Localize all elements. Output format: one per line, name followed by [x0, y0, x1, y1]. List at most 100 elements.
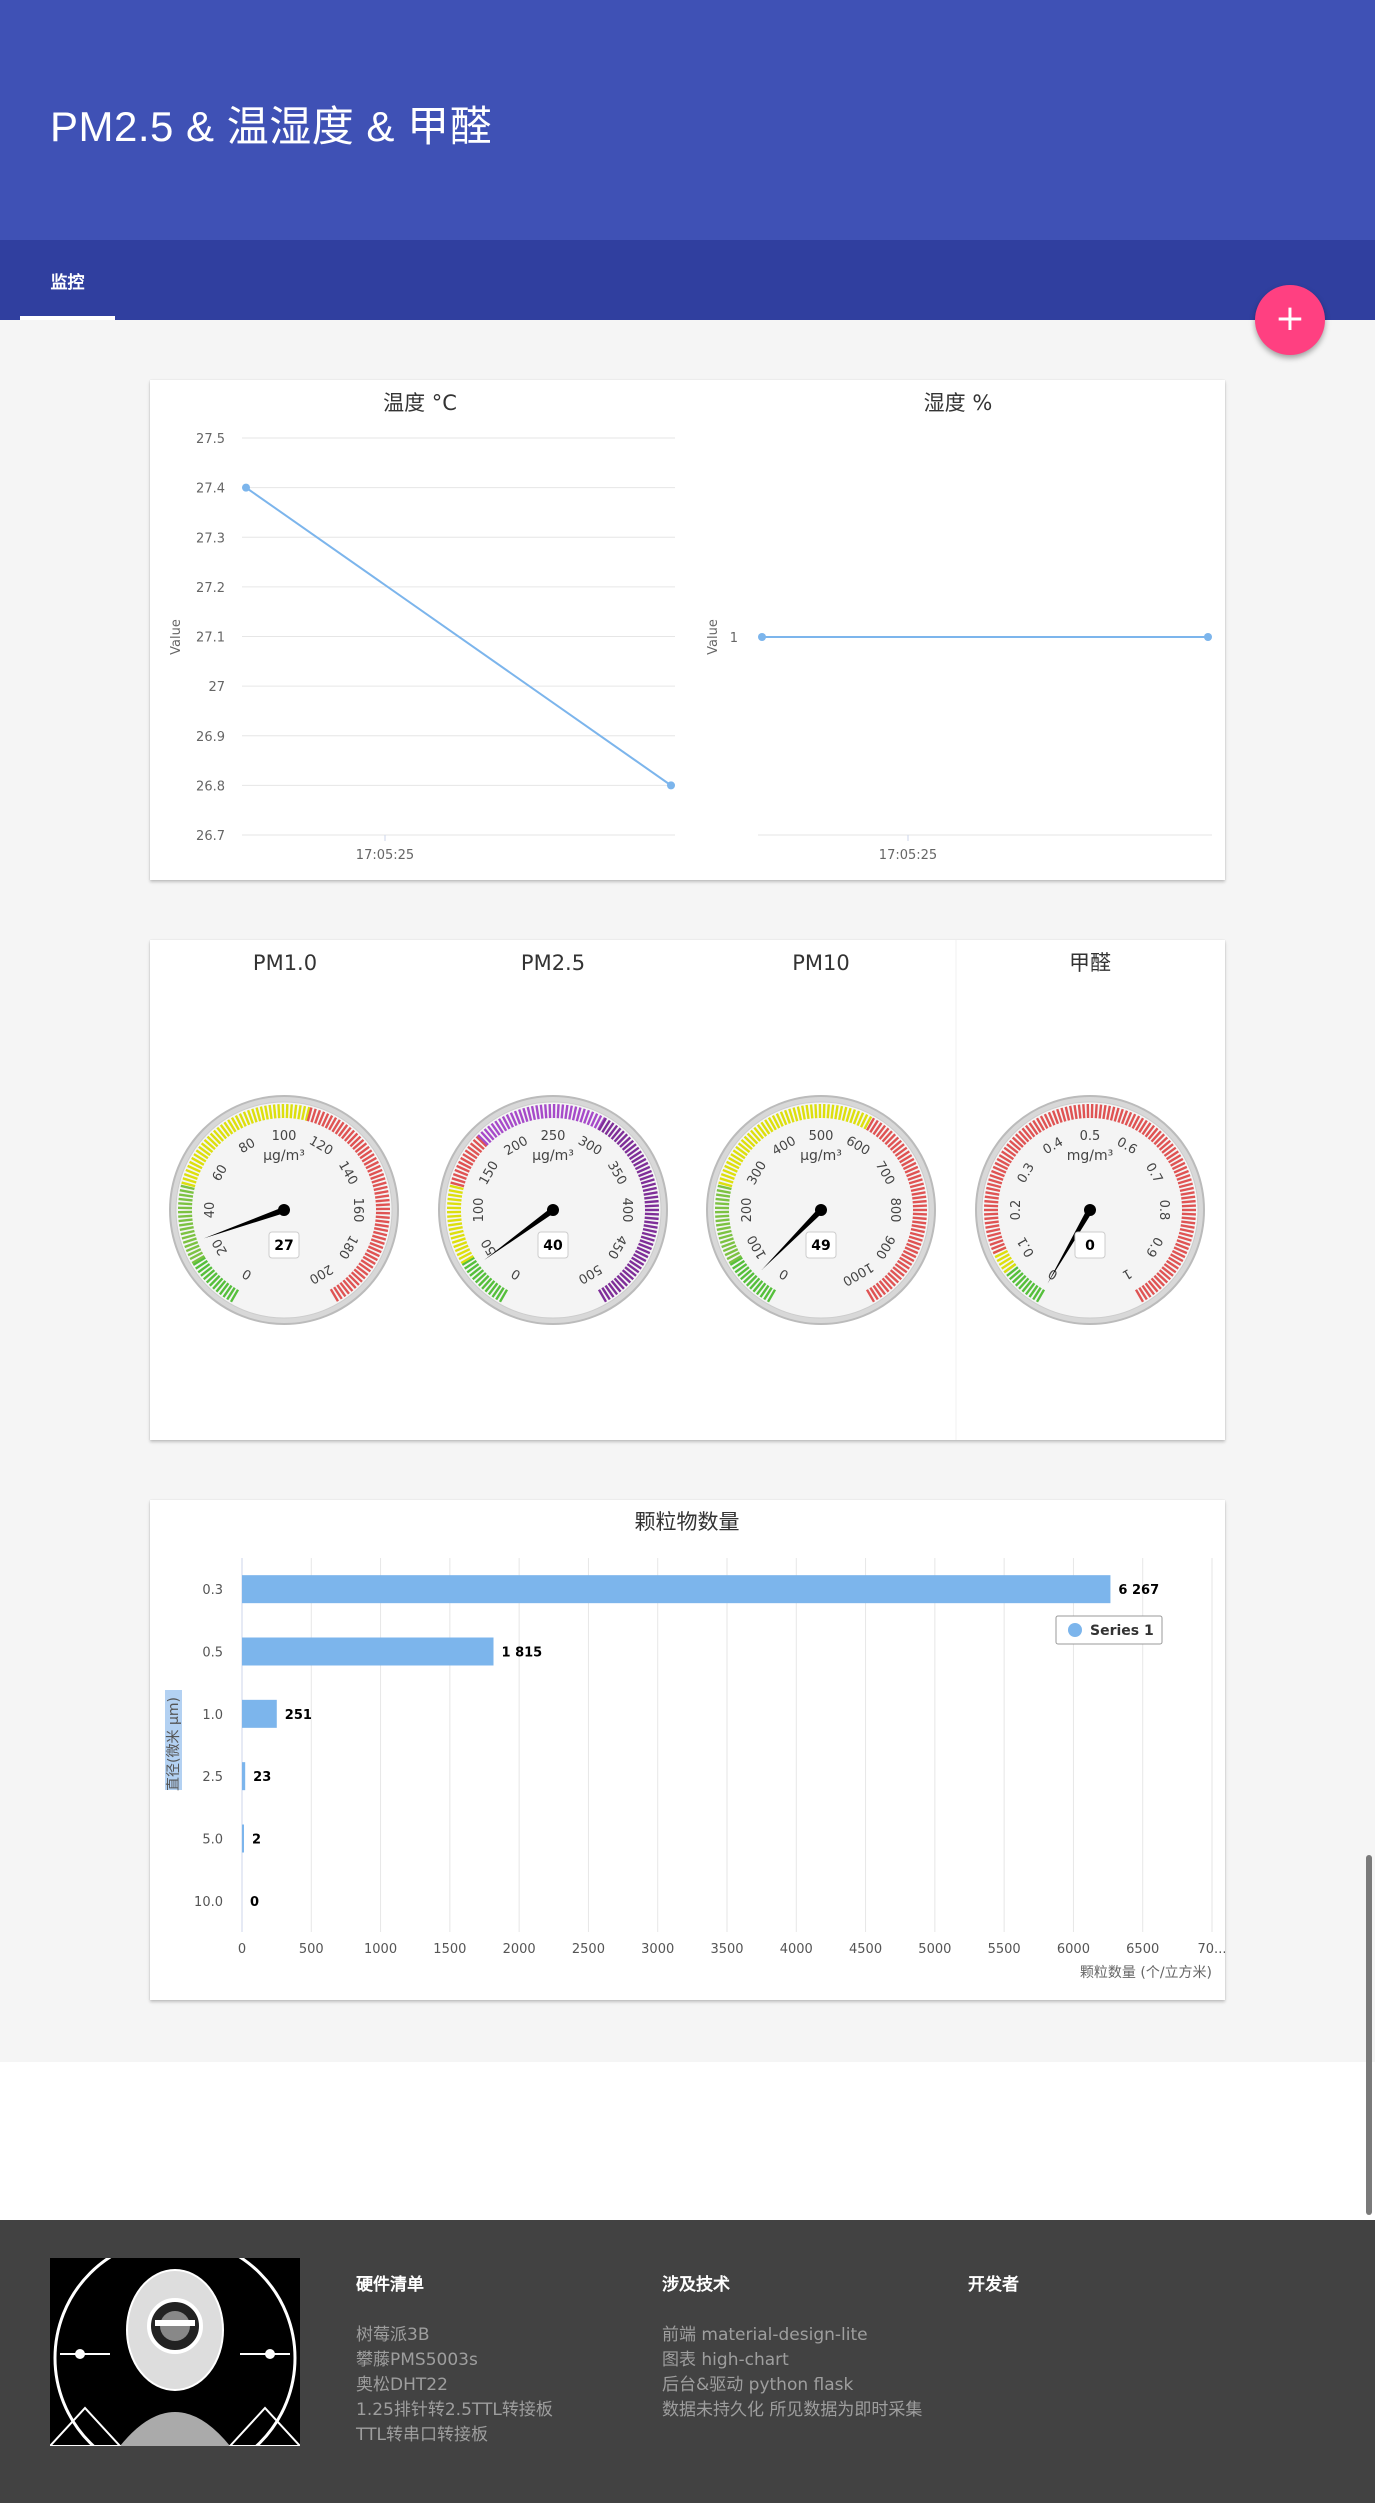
gauge-band-tick: [1181, 1216, 1196, 1221]
particle-xtick: 6500: [1126, 1942, 1159, 1957]
gauge-band-tick: [447, 1197, 462, 1202]
gauge-unit: μg/m³: [532, 1148, 574, 1164]
particle-data-label: 0: [250, 1895, 259, 1910]
humidity-title: 湿度 %: [924, 391, 993, 415]
particle-xtick: 0: [238, 1942, 246, 1957]
particle-xtick: 3500: [710, 1942, 743, 1957]
gauge-band-tick: [560, 1104, 565, 1119]
footer-hardware-item: 1.25排针转2.5TTL转接板: [356, 2400, 553, 2420]
gauge-band-tick: [375, 1215, 390, 1219]
gauge-band-tick: [814, 1104, 818, 1119]
gauge-title-pm25: PM2.5: [521, 951, 585, 975]
temperature-point: [667, 781, 675, 790]
temperature-ytick: 27.1: [196, 631, 225, 646]
gauge-band-tick: [289, 1104, 293, 1119]
particle-category: 10.0: [194, 1895, 223, 1910]
page-scrollbar[interactable]: [1366, 1855, 1372, 2215]
gauge-band-tick: [375, 1198, 390, 1203]
gauge-band-tick: [715, 1197, 730, 1202]
gauge-band-tick: [447, 1218, 462, 1223]
particle-legend[interactable]: Series 1: [1055, 1615, 1163, 1645]
particle-xtick: 3000: [641, 1942, 674, 1957]
gauge-band-tick: [644, 1199, 659, 1204]
gauge-tick-label: 800: [887, 1198, 902, 1223]
particle-data-label: 1 815: [502, 1646, 543, 1661]
footer-logo: [50, 2258, 300, 2446]
gauge-value: 49: [811, 1238, 830, 1254]
gauge-title-formaldehyde: 甲醛: [1069, 951, 1111, 975]
gauge-band-tick: [178, 1218, 193, 1223]
temperature-ytick: 27: [208, 680, 225, 695]
gauge-band-tick: [912, 1216, 927, 1221]
footer-tech-item: 前端 material-design-lite: [662, 2325, 868, 2345]
add-fab-button[interactable]: +: [1255, 285, 1325, 355]
particle-xtick: 5000: [918, 1942, 951, 1957]
gauge-band-tick: [809, 1104, 814, 1119]
gauge-value: 0: [1085, 1238, 1095, 1254]
gauge-tick-label: 400: [619, 1198, 634, 1223]
gauge-band-tick: [715, 1202, 730, 1206]
gauge-tick-label: 160: [350, 1198, 365, 1223]
temperature-ytick: 27.2: [196, 581, 225, 596]
gauge-tick-label: 0.2: [1009, 1200, 1024, 1221]
particle-grid: [241, 1558, 1213, 1932]
footer-tech-item: 图表 high-chart: [662, 2350, 789, 2370]
temperature-point: [242, 483, 250, 492]
gauge-band-tick: [984, 1204, 999, 1208]
temperature-yticks: 27.5 27.4 27.3 27.2 27.1 27 26.9 26.8 26.7: [196, 432, 225, 844]
footer-hardware-item: TTL转串口转接板: [356, 2425, 488, 2445]
gauge-title-pm1: PM1.0: [253, 951, 317, 975]
particle-category: 0.3: [202, 1583, 223, 1598]
gauge-1: 050100150200 250 300350400450500μg/m³40: [438, 1095, 668, 1325]
particle-xtick: 1500: [433, 1942, 466, 1957]
particle-bar[interactable]: [242, 1575, 1111, 1604]
particle-title: 颗粒物数量: [635, 1510, 740, 1534]
gauge-tick-label: 100: [472, 1198, 487, 1223]
temperature-ytick: 26.8: [196, 779, 225, 794]
gauge-band-tick: [715, 1218, 730, 1223]
particle-xtick: 6000: [1057, 1942, 1090, 1957]
gauge-needle-pivot: [278, 1204, 290, 1216]
gauge-band-tick: [912, 1199, 927, 1204]
footer-hardware-item: 奥松DHT22: [356, 2375, 448, 2395]
particle-category: 1.0: [202, 1708, 223, 1723]
particle-data-label: 6 267: [1118, 1583, 1159, 1598]
particle-xtick: 2000: [503, 1942, 536, 1957]
particle-xtick: 4500: [849, 1942, 882, 1957]
particle-bar[interactable]: [242, 1699, 277, 1728]
particle-bar[interactable]: [242, 1762, 246, 1791]
climate-svg: 温度 °C Value 27.5 27.4 27.3 27.2 27.1 27 26.9 26…: [169, 391, 1212, 863]
particle-bar[interactable]: [242, 1824, 244, 1853]
particle-data-label: 23: [253, 1770, 271, 1785]
footer-hardware-item: 树莓派3B: [356, 2325, 430, 2345]
gauge-band-tick: [644, 1212, 659, 1216]
gauge-value: 27: [274, 1238, 293, 1254]
gauge-band-tick: [1098, 1104, 1103, 1119]
gauge-needle-pivot: [815, 1204, 827, 1216]
gauge-band-tick: [644, 1216, 659, 1221]
gauge-band-tick: [1181, 1212, 1196, 1216]
gauge-band-tick: [715, 1214, 730, 1218]
gauge-band-tick: [375, 1203, 390, 1207]
particle-card: 颗粒物数量 0.3 0.5 1.0 2.5 5.0 10.0 0 500 1000 1500 20…: [150, 1500, 1226, 2000]
footer-developer-title: 开发者: [968, 2275, 1019, 2295]
gauges-svg: PM1.0 PM2.5 PM10 甲醛 020406080 100 12014016…: [169, 940, 1205, 1440]
gauge-0: 020406080 100 120140160180200μg/m³27: [169, 1095, 399, 1325]
particle-bar[interactable]: [242, 1637, 494, 1666]
gauge-band-tick: [556, 1104, 560, 1119]
gauge-value: 40: [543, 1238, 563, 1254]
gauge-band-tick: [984, 1216, 999, 1221]
gauge-band-tick: [539, 1104, 544, 1119]
climate-card: 温度 °C Value 27.5 27.4 27.3 27.2 27.1 27 26.9 26…: [150, 380, 1225, 880]
temperature-title: 温度 °C: [383, 391, 457, 415]
particle-xtick: 500: [299, 1942, 324, 1957]
humidity-point: [758, 633, 766, 641]
tab-monitor[interactable]: 监控: [20, 240, 115, 320]
gauge-tick-label: 250: [541, 1129, 566, 1144]
legend-marker: [1068, 1623, 1082, 1637]
gauge-band-tick: [178, 1202, 193, 1206]
temperature-xtick: 17:05:25: [356, 848, 414, 863]
gauge-band-tick: [1181, 1204, 1196, 1208]
gauge-3: 00.10.20.30.40.50.60.70.80.91mg/m³0: [975, 1095, 1205, 1325]
header-title-row: PM2.5 & 温湿度 & 甲醛: [0, 0, 1375, 240]
